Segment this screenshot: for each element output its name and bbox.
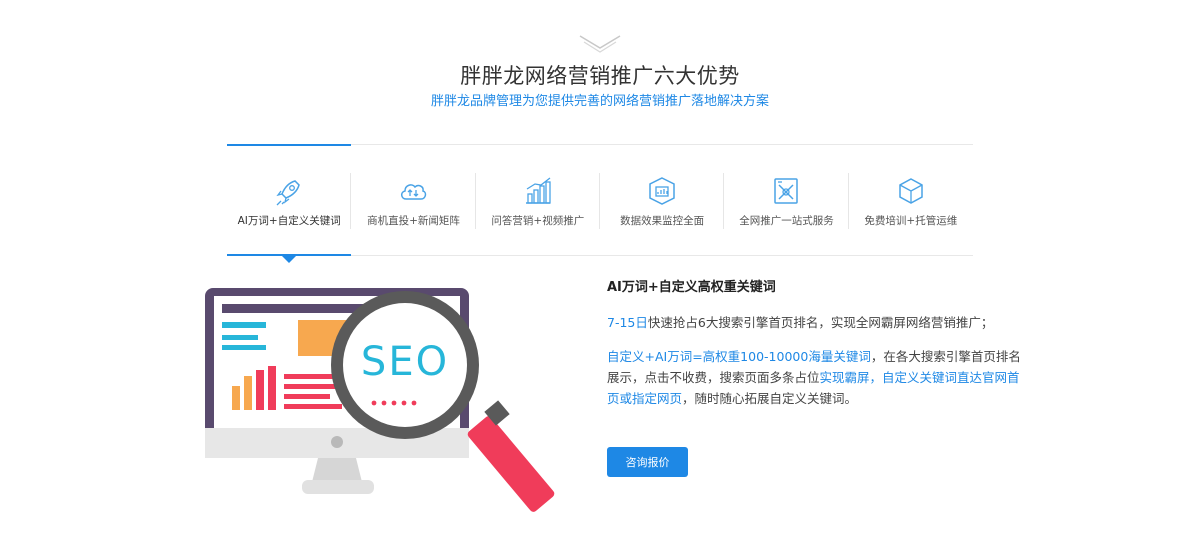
tab-ai-keywords[interactable]: AI万词+自定义关键词: [227, 144, 352, 263]
highlight-text: 7-15日: [607, 315, 648, 330]
content-paragraph-2: 自定义+AI万词=高权重100-10000海量关键词，在各大搜索引擎首页排名展示…: [607, 346, 1027, 409]
tab-label: 问答营销+视频推广: [491, 215, 585, 227]
advantage-tabs: AI万词+自定义关键词 商机直投+新闻矩阵 问答营销+视频推广 数据效果监控全面: [227, 144, 973, 263]
monitor-power-button: [331, 436, 343, 448]
tab-business-news[interactable]: 商机直投+新闻矩阵: [351, 145, 476, 255]
magnifier-handle: [467, 416, 555, 512]
paragraph-text: 快速抢占6大搜索引擎首页排名，实现全网霸屏网络营销推广；: [647, 315, 994, 330]
monitor-stand: [312, 458, 362, 482]
tab-label: 免费培训+托管运维: [864, 215, 958, 227]
consult-price-button[interactable]: 咨询报价: [607, 447, 688, 477]
tab-label: AI万词+自定义关键词: [237, 215, 341, 227]
section-subtitle: 胖胖龙品牌管理为您提供完善的网络营销推广落地解决方案: [430, 94, 769, 109]
seo-illustration: SEO: [205, 288, 555, 512]
tab-label: 全网推广一站式服务: [739, 215, 834, 227]
rocket-icon: [276, 180, 300, 206]
tab-training-ops[interactable]: 免费培训+托管运维: [849, 145, 973, 255]
content-title: AI万词+自定义高权重关键词: [607, 280, 776, 295]
monitor-base: [302, 480, 374, 494]
tab-label: 商机直投+新闻矩阵: [367, 215, 460, 227]
section-title: 胖胖龙网络营销推广六大优势: [460, 64, 740, 88]
tools-icon: [774, 178, 799, 204]
chevron-down-icon: [579, 35, 621, 53]
monitor-chart-icon: [649, 177, 675, 205]
tab-qa-video[interactable]: 问答营销+视频推广: [476, 145, 601, 255]
cube-icon: [899, 178, 923, 204]
seo-text: SEO: [361, 339, 449, 385]
tab-label: 数据效果监控全面: [620, 215, 705, 227]
active-top-line: [227, 144, 352, 146]
tab-data-monitor[interactable]: 数据效果监控全面: [600, 145, 725, 255]
highlight-text: 自定义+AI万词=高权重100-10000海量关键词: [607, 349, 871, 364]
tab-one-stop[interactable]: 全网推广一站式服务: [724, 145, 849, 255]
content-paragraph-1: 7-15日快速抢占6大搜索引擎首页排名，实现全网霸屏网络营销推广；: [607, 312, 1027, 333]
advantage-content: AI万词+自定义高权重关键词 7-15日快速抢占6大搜索引擎首页排名，实现全网霸…: [607, 276, 1027, 406]
paragraph-text: ，随时随心拓展自定义关键词。: [682, 391, 858, 406]
active-caret-icon: [282, 256, 296, 263]
cloud-sync-icon: [401, 184, 427, 200]
bar-chart-icon: [525, 177, 551, 204]
